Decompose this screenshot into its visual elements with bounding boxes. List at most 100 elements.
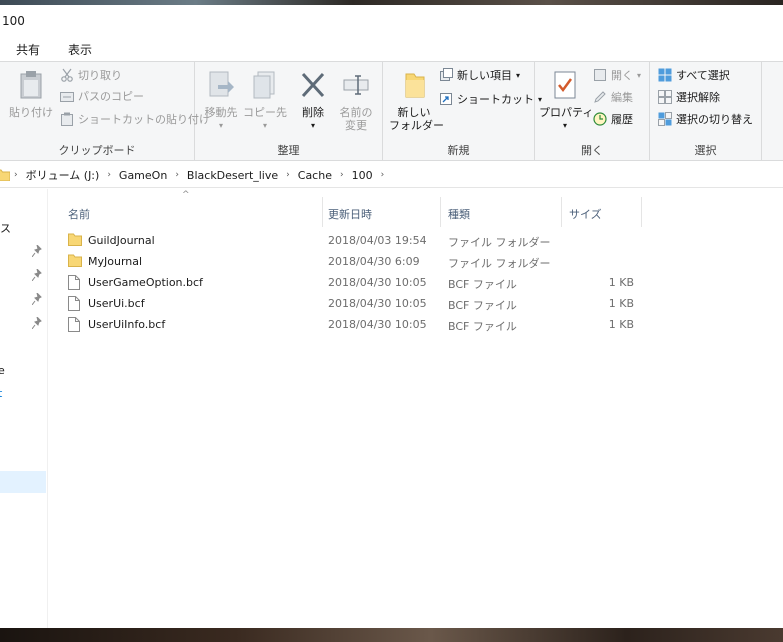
- new-group: 新しい フォルダー 新しい項目 ▾ ショートカット ▾ 新規: [383, 62, 542, 161]
- shortcut-label: ショートカット: [457, 92, 534, 106]
- breadcrumb-separator-icon: ›: [286, 170, 290, 180]
- address-bar[interactable]: › ボリューム (J:) › GameOn › BlackDesert_live…: [0, 162, 783, 188]
- table-row[interactable]: UserUi.bcf 2018/04/30 10:05 BCF ファイル 1 K…: [62, 293, 662, 314]
- tab-share[interactable]: 共有: [6, 41, 50, 58]
- new-item-dropdown-icon: ▾: [516, 70, 521, 80]
- new-item-icon: [440, 68, 453, 81]
- new-folder-label-line2: フォルダー: [389, 119, 444, 132]
- open-group-label: 開く: [581, 144, 603, 157]
- move-to-button[interactable]: 移動先 ▾: [201, 70, 241, 132]
- rename-button[interactable]: 名前の 変更: [335, 70, 377, 132]
- tab-view[interactable]: 表示: [58, 41, 102, 58]
- copy-path-button[interactable]: パスのコピー: [60, 90, 144, 103]
- edit-button[interactable]: 編集: [593, 90, 633, 104]
- desktop-background-bottom: [0, 628, 783, 642]
- invert-selection-label: 選択の切り替え: [676, 112, 753, 126]
- select-all-label: すべて選択: [676, 68, 730, 82]
- new-item-button[interactable]: 新しい項目 ▾: [439, 68, 520, 82]
- new-item-label: 新しい項目: [457, 68, 512, 82]
- navigation-pane: ス e t: [0, 189, 48, 628]
- history-clock-icon: [593, 112, 607, 126]
- file-size: 1 KB: [608, 318, 634, 331]
- folder-icon: [0, 169, 10, 181]
- column-header-size[interactable]: サイズ: [563, 189, 641, 227]
- select-all-icon: [658, 68, 672, 82]
- shortcut-button[interactable]: ショートカット ▾: [439, 92, 542, 106]
- column-divider[interactable]: [641, 197, 642, 227]
- nav-selected-item[interactable]: [0, 471, 46, 493]
- organize-group: 移動先 ▾ コピー先 ▾ 削除 ▾ 名前の 変更 整理: [195, 62, 383, 161]
- new-folder-label-line1: 新しい: [397, 106, 431, 119]
- column-divider[interactable]: [440, 197, 441, 227]
- select-none-button[interactable]: 選択解除: [658, 90, 720, 104]
- folder-icon: [68, 233, 82, 246]
- breadcrumb: › ボリューム (J:) › GameOn › BlackDesert_live…: [0, 162, 388, 188]
- nav-item-fragment[interactable]: e: [0, 364, 5, 377]
- rename-label-line2: 変更: [345, 119, 367, 132]
- file-date: 2018/04/30 10:05: [328, 297, 427, 310]
- file-date: 2018/04/30 10:05: [328, 276, 427, 289]
- table-row[interactable]: MyJournal 2018/04/30 6:09 ファイル フォルダー: [62, 251, 662, 272]
- edit-label: 編集: [611, 90, 633, 104]
- column-header-name-label: 名前: [68, 208, 90, 221]
- column-header-type-label: 種類: [448, 208, 470, 221]
- sort-ascending-icon: ^: [182, 190, 190, 200]
- column-header-type[interactable]: 種類: [442, 189, 562, 227]
- file-list: ^ 名前 更新日時 種類 サイズ GuildJournal 2018/04/03…: [48, 189, 783, 628]
- properties-button[interactable]: プロパティ ▾: [539, 70, 594, 132]
- pin-icon[interactable]: [32, 317, 42, 329]
- delete-button[interactable]: 削除 ▾: [293, 70, 333, 132]
- file-name: UserGameOption.bcf: [88, 276, 203, 289]
- file-name: GuildJournal: [88, 234, 155, 247]
- copy-to-dropdown-icon: ▾: [262, 121, 267, 130]
- shortcut-icon: [440, 93, 452, 105]
- column-header-date-label: 更新日時: [328, 208, 372, 221]
- pin-icon[interactable]: [32, 245, 42, 257]
- nav-item-fragment[interactable]: t: [0, 387, 2, 400]
- folder-icon: [68, 254, 82, 267]
- copy-path-label: パスのコピー: [78, 90, 144, 103]
- paste-shortcut-label: ショートカットの貼り付け: [78, 112, 210, 126]
- copy-path-icon: [60, 91, 74, 102]
- cut-button[interactable]: 切り取り: [60, 68, 122, 82]
- nav-item-fragment[interactable]: ス: [0, 220, 11, 236]
- paste-button[interactable]: 貼り付け: [8, 70, 54, 119]
- invert-selection-button[interactable]: 選択の切り替え: [658, 112, 753, 126]
- file-size: 1 KB: [608, 297, 634, 310]
- table-row[interactable]: UserUiInfo.bcf 2018/04/30 10:05 BCF ファイル…: [62, 314, 662, 335]
- open-button[interactable]: 開く ▾: [593, 68, 641, 82]
- paste-shortcut-button[interactable]: ショートカットの貼り付け: [60, 112, 210, 126]
- select-group: すべて選択 選択解除 選択の切り替え 選択: [650, 62, 762, 161]
- copy-to-button[interactable]: コピー先 ▾: [243, 70, 287, 132]
- rename-icon: [343, 75, 369, 95]
- column-header-name[interactable]: ^ 名前: [62, 189, 324, 227]
- column-divider[interactable]: [322, 197, 323, 227]
- breadcrumb-item[interactable]: BlackDesert_live: [183, 169, 282, 182]
- ribbon: 貼り付け 切り取り パスのコピー ショートカットの貼り付け クリップボード 移動…: [0, 61, 783, 161]
- table-row[interactable]: UserGameOption.bcf 2018/04/30 10:05 BCF …: [62, 272, 662, 293]
- breadcrumb-item[interactable]: GameOn: [115, 169, 171, 182]
- pin-icon[interactable]: [32, 269, 42, 281]
- file-type: BCF ファイル: [448, 278, 517, 291]
- breadcrumb-item[interactable]: Cache: [294, 169, 336, 182]
- file-type: ファイル フォルダー: [448, 257, 551, 270]
- breadcrumb-separator-icon: ›: [14, 170, 18, 180]
- edit-pencil-icon: [594, 91, 606, 103]
- pin-icon[interactable]: [32, 293, 42, 305]
- new-folder-icon: [405, 73, 425, 98]
- history-button[interactable]: 履歴: [593, 112, 633, 126]
- paste-label: 貼り付け: [9, 106, 53, 119]
- select-all-button[interactable]: すべて選択: [658, 68, 730, 82]
- breadcrumb-item[interactable]: 100: [348, 169, 377, 182]
- organize-group-label: 整理: [277, 144, 300, 157]
- select-group-label: 選択: [694, 144, 717, 157]
- properties-label: プロパティ: [539, 106, 594, 119]
- table-row[interactable]: GuildJournal 2018/04/03 19:54 ファイル フォルダー: [62, 230, 662, 251]
- open-label: 開く: [611, 68, 633, 82]
- new-folder-button[interactable]: 新しい フォルダー: [389, 70, 444, 132]
- column-header-date[interactable]: 更新日時: [324, 189, 440, 227]
- column-divider[interactable]: [561, 197, 562, 227]
- open-dropdown-icon: ▾: [637, 70, 642, 80]
- clipboard-group: 貼り付け 切り取り パスのコピー ショートカットの貼り付け クリップボード: [0, 62, 210, 161]
- breadcrumb-item[interactable]: ボリューム (J:): [22, 167, 104, 183]
